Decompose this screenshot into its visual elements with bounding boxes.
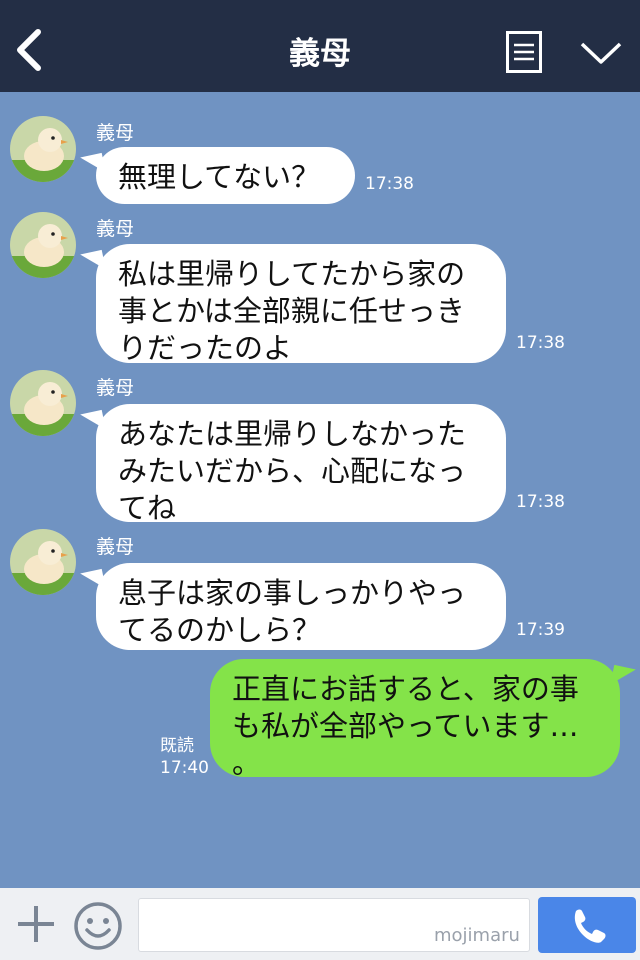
reply-bubble[interactable]: 正直にお話すると、家の事 も私が全部やっています… 。 — [210, 659, 620, 780]
call-button[interactable] — [538, 897, 636, 953]
chick-avatar[interactable] — [10, 116, 76, 182]
message-time: 17:39 — [516, 620, 565, 640]
message-time: 17:38 — [516, 492, 565, 512]
watermark-text: mojimaru — [434, 925, 520, 946]
sender-name: 義母 — [96, 536, 135, 558]
chevron-down-icon — [580, 42, 622, 64]
message-bubble[interactable]: 私は里帰りしてたから家の 事とかは全部親に任せっき りだったのよ — [96, 244, 506, 365]
message-bubble[interactable]: あなたは里帰りしなかった みたいだから、心配になっ てね — [96, 404, 506, 525]
read-label: 既読 — [160, 736, 194, 756]
sender-name: 義母 — [96, 377, 135, 399]
message-time: 17:38 — [365, 174, 414, 194]
message-bubble[interactable]: 息子は家の事しっかりやっ てるのかしら？ — [96, 563, 506, 650]
message-time: 17:38 — [516, 333, 565, 353]
chick-avatar[interactable] — [10, 370, 76, 436]
reply-time: 17:40 — [160, 758, 209, 778]
chick-avatar[interactable] — [10, 212, 76, 278]
collapse-button[interactable] — [578, 36, 624, 68]
chick-avatar[interactable] — [10, 529, 76, 595]
message-bubble[interactable]: 無理してない？ — [96, 147, 355, 204]
phone-icon — [574, 909, 606, 943]
chat-area[interactable]: 義母 無理してない？ 17:38 義母 私は里帰りしてたから家の 事とかは全部親… — [0, 92, 640, 888]
smiley-icon — [74, 902, 122, 950]
chat-title: 義母 — [289, 36, 351, 72]
menu-button[interactable] — [506, 31, 542, 73]
menu-list-icon — [506, 31, 542, 73]
sender-name: 義母 — [96, 122, 135, 144]
read-status: 既読 17:40 — [160, 735, 209, 779]
add-attachment-button[interactable] — [14, 902, 58, 946]
sender-name: 義母 — [96, 218, 135, 240]
plus-icon — [18, 906, 54, 942]
chat-header: 義母 — [0, 0, 640, 92]
emoji-button[interactable] — [72, 900, 124, 952]
